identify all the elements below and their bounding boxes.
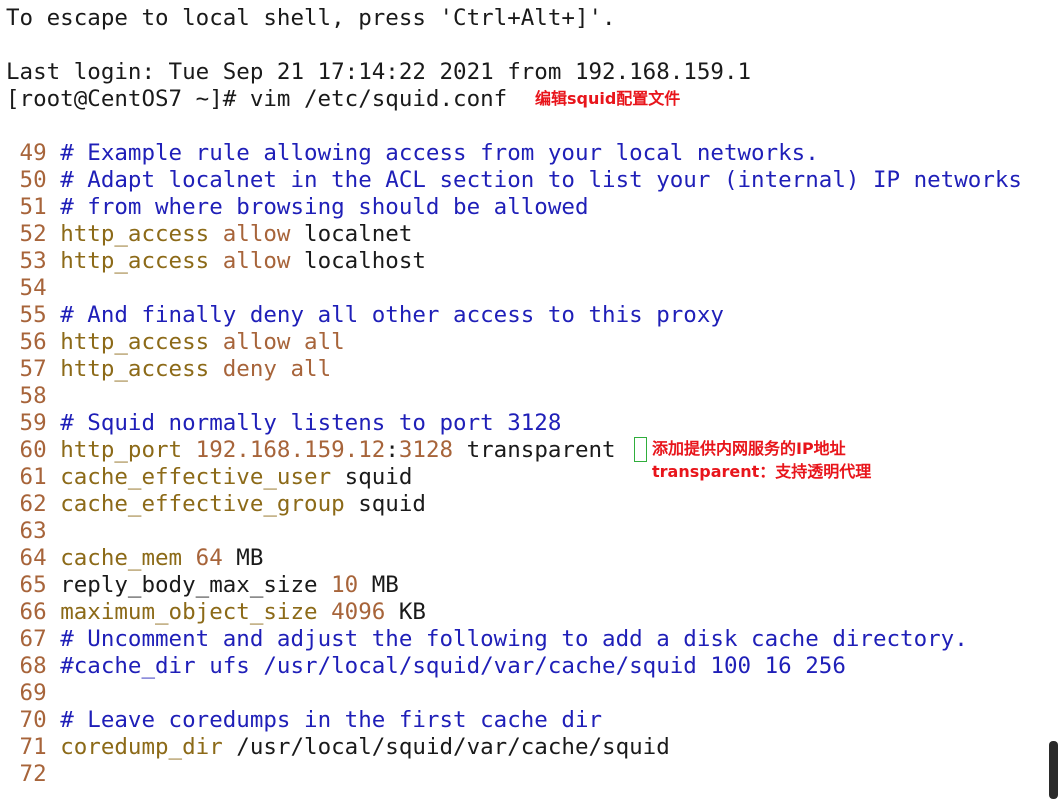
file-line: 55 # And finally deny all other access t… [6, 302, 724, 329]
file-line: 61 cache_effective_user squid [6, 464, 413, 491]
line-number: 57 [6, 356, 61, 382]
line-number: 62 [6, 491, 61, 517]
line-number: 52 [6, 221, 61, 247]
annotation-ip-note: 添加提供内网服务的IP地址 [652, 439, 846, 458]
line-number: 70 [6, 707, 61, 733]
file-line: 53 http_access allow localhost [6, 248, 426, 275]
code-token: http_access [60, 356, 223, 382]
escape-notice: To escape to local shell, press 'Ctrl+Al… [6, 5, 616, 31]
line-number: 51 [6, 194, 61, 220]
line-number: 60 [6, 437, 61, 463]
code-token: # Example rule allowing access from your… [60, 140, 819, 166]
code-token: KB [385, 599, 426, 625]
line-number: 65 [6, 572, 61, 598]
code-token: cache_mem [60, 545, 196, 571]
code-token: # from where browsing should be allowed [60, 194, 589, 220]
file-line: 62 cache_effective_group squid [6, 491, 426, 518]
code-token: # Leave coredumps in the first cache dir [60, 707, 603, 733]
terminal-scrollbar[interactable] [1049, 741, 1058, 799]
code-token: coredump_dir [60, 734, 223, 760]
line-number: 72 [6, 761, 61, 787]
code-token: 192.168.159.12 [195, 437, 386, 463]
line-number: 49 [6, 140, 61, 166]
code-token: http_port [60, 437, 196, 463]
file-line: 70 # Leave coredumps in the first cache … [6, 707, 603, 734]
file-line: 51 # from where browsing should be allow… [6, 194, 589, 221]
shell-prompt-command: [root@CentOS7 ~]# vim /etc/squid.conf [6, 86, 508, 112]
code-token: 10 [331, 572, 359, 598]
file-line: 69 [6, 680, 60, 707]
code-token: deny all [222, 356, 332, 382]
line-number: 63 [6, 518, 61, 544]
line-number: 50 [6, 167, 61, 193]
line-number: 68 [6, 653, 61, 679]
line-number: 66 [6, 599, 61, 625]
file-line: 59 # Squid normally listens to port 3128 [6, 410, 562, 437]
file-line: 66 maximum_object_size 4096 KB [6, 599, 426, 626]
code-token: 4096 [331, 599, 386, 625]
line-number: 54 [6, 275, 61, 301]
code-token: # Adapt localnet in the ACL section to l… [60, 167, 1022, 193]
code-token: localhost [290, 248, 426, 274]
line-number: 69 [6, 680, 61, 706]
file-line: 64 cache_mem 64 MB [6, 545, 264, 572]
code-token: allow all [222, 329, 345, 355]
code-token: http_access [60, 221, 223, 247]
line-number: 56 [6, 329, 61, 355]
file-line: 71 coredump_dir /usr/local/squid/var/cac… [6, 734, 670, 761]
code-token: allow [222, 221, 291, 247]
code-token: reply_body_max_size [60, 572, 332, 598]
line-number: 64 [6, 545, 61, 571]
code-token: # Uncomment and adjust the following to … [60, 626, 968, 652]
code-token: /usr/local/squid/var/cache/squid [222, 734, 670, 760]
code-token: 64 [195, 545, 223, 571]
code-token: 3128 [398, 437, 454, 463]
code-token: transparent [453, 437, 616, 463]
file-line: 56 http_access allow all [6, 329, 345, 356]
file-line: 49 # Example rule allowing access from y… [6, 140, 819, 167]
file-line: 65 reply_body_max_size 10 MB [6, 572, 399, 599]
file-line: 52 http_access allow localnet [6, 221, 413, 248]
code-token: cache_effective_user [60, 464, 332, 490]
file-line: 60 http_port 192.168.159.12:3128 transpa… [6, 437, 616, 464]
code-token: # And finally deny all other access to t… [60, 302, 724, 328]
vim-cursor [634, 437, 647, 462]
annotation-edit-config: 编辑squid配置文件 [535, 89, 681, 108]
code-token: http_access [60, 329, 223, 355]
code-token: MB [358, 572, 399, 598]
file-line: 50 # Adapt localnet in the ACL section t… [6, 167, 1022, 194]
line-number: 55 [6, 302, 61, 328]
line-number: 53 [6, 248, 61, 274]
code-token: allow [222, 248, 291, 274]
code-token: squid [344, 491, 426, 517]
line-number: 58 [6, 383, 61, 409]
file-line: 57 http_access deny all [6, 356, 332, 383]
code-token: localnet [290, 221, 413, 247]
terminal-window[interactable]: To escape to local shell, press 'Ctrl+Al… [0, 0, 1062, 799]
code-token: # Squid normally listens to port 3128 [60, 410, 562, 436]
line-number: 61 [6, 464, 61, 490]
file-line: 63 [6, 518, 60, 545]
file-line: 58 [6, 383, 60, 410]
code-token: : [385, 437, 399, 463]
line-number: 67 [6, 626, 61, 652]
last-login-line: Last login: Tue Sep 21 17:14:22 2021 fro… [6, 59, 752, 85]
file-line: 72 [6, 761, 60, 788]
line-number: 59 [6, 410, 61, 436]
code-token: maximum_object_size [60, 599, 332, 625]
file-line: 67 # Uncomment and adjust the following … [6, 626, 968, 653]
line-number: 71 [6, 734, 61, 760]
code-token: cache_effective_group [60, 491, 345, 517]
file-line: 68 #cache_dir ufs /usr/local/squid/var/c… [6, 653, 846, 680]
code-token: #cache_dir ufs /usr/local/squid/var/cach… [60, 653, 846, 679]
code-token: http_access [60, 248, 223, 274]
code-token: MB [222, 545, 264, 571]
code-token: squid [331, 464, 413, 490]
annotation-transparent-note: transparent：支持透明代理 [652, 462, 872, 481]
file-line: 54 [6, 275, 60, 302]
